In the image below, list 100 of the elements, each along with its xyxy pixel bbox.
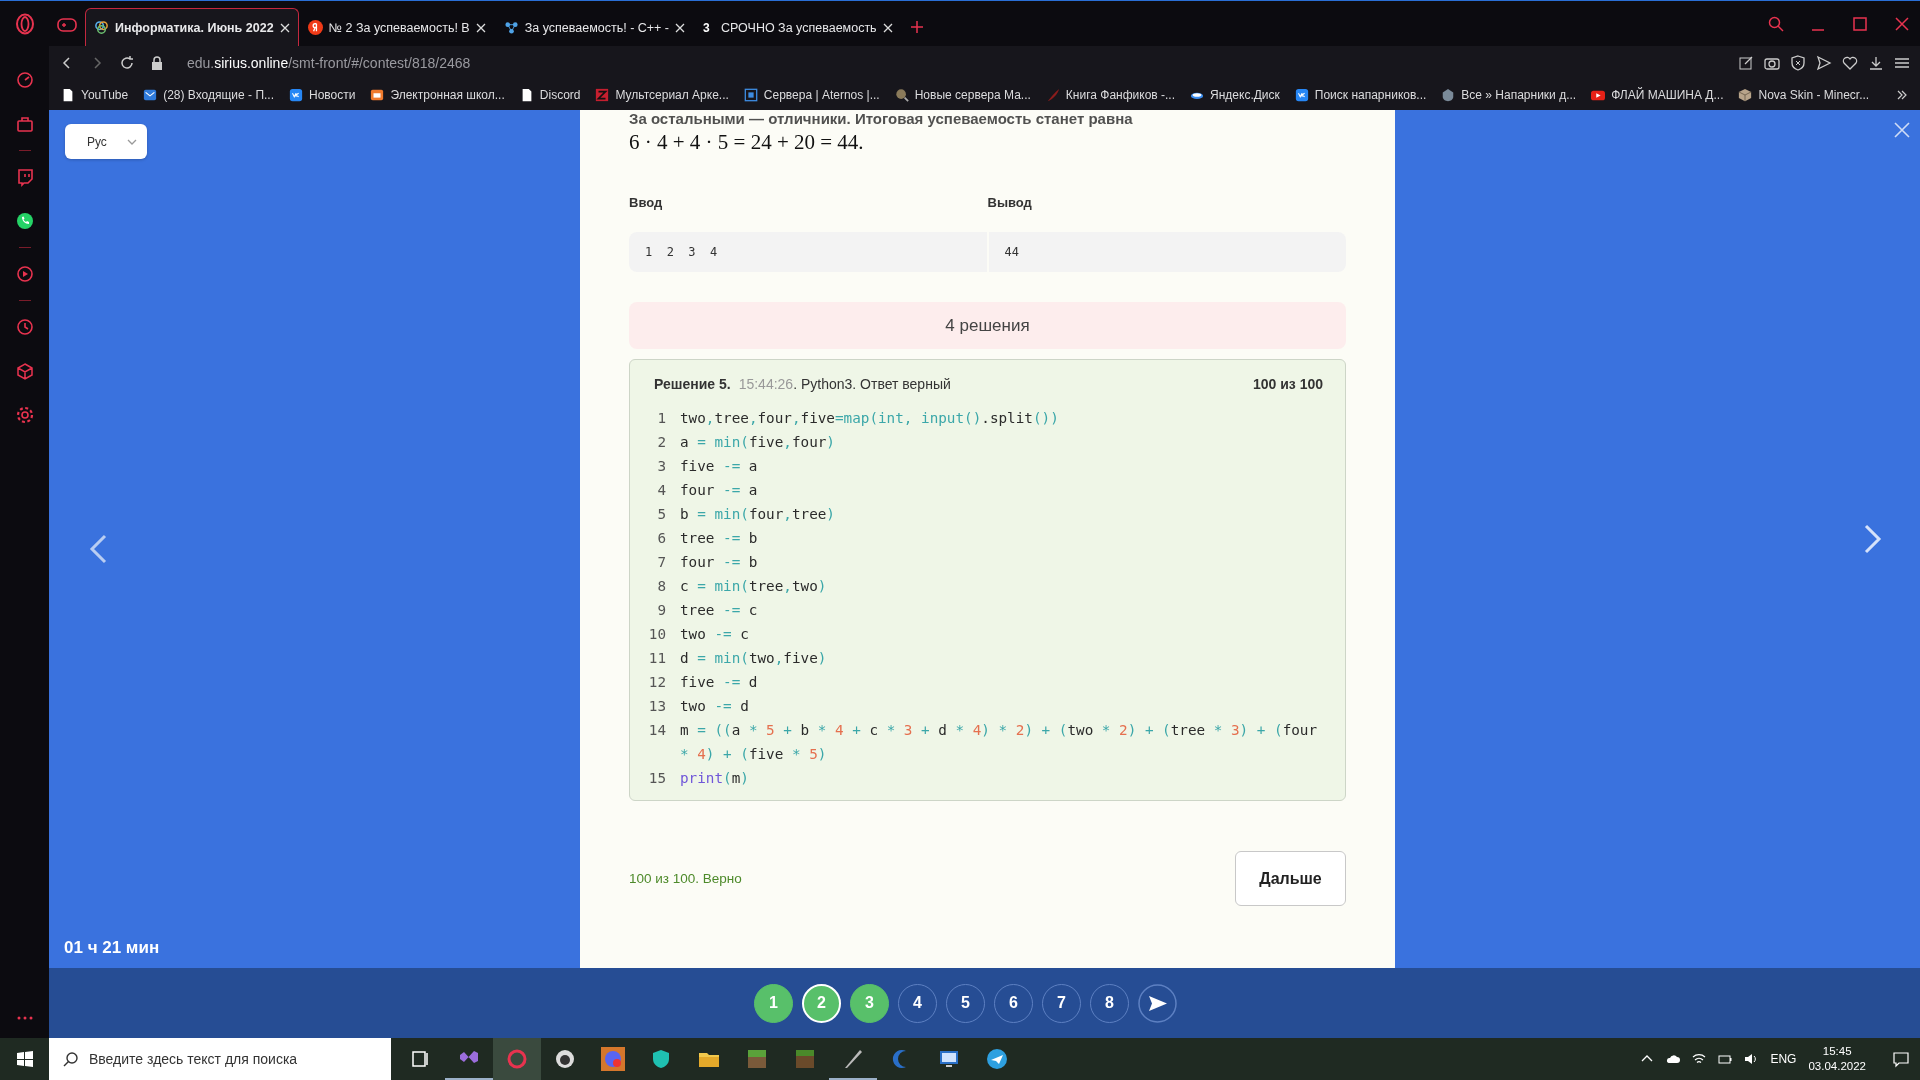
solutions-banner[interactable]: 4 решения [629,302,1346,349]
download-icon[interactable] [1868,55,1884,71]
code-line: m = ((a * 5 + b * 4 + c * 3 + d * 4) * 2) + (two * 2) + (tree * 3) + (four * 4) + (five * 5) [680,721,1319,764]
statement-text: За остальными — отличники. Итоговая успеваемость станет равна [629,110,1134,128]
plus-icon[interactable] [909,20,924,34]
notification-icon[interactable] [1892,1050,1910,1068]
bookmark-icon [1045,88,1060,102]
line-number: 2 [656,433,667,452]
bookmark-icon [143,88,158,102]
send-icon[interactable] [1816,55,1832,71]
bookmark[interactable]: Discord [519,88,581,102]
line-number: 4 [656,481,667,500]
bookmark-icon [894,88,909,102]
search-icon [63,1051,79,1067]
browser-tab[interactable]: № 2 За успеваемость! В [298,8,495,46]
bookmark-icon [61,88,75,102]
bookmark-icon [1738,88,1753,102]
code-line: five -= a [680,457,759,476]
browser-tab[interactable]: 3 СРОЧНО За успеваемость [694,8,902,46]
formula: 6 · 4 + 4 · 5 = 24 + 20 = 44. [629,130,865,155]
solution-verdict: . Python3. Ответ верный [793,376,951,392]
ring-logo-icon[interactable] [14,12,35,35]
line-number: 8 [656,577,667,596]
bookmark-icon [1591,88,1606,102]
line-number: 12 [647,673,667,692]
bookmark[interactable]: Поиск напарников... [1294,88,1427,102]
line-number: 13 [647,697,667,716]
cloud-icon[interactable] [1666,1052,1681,1066]
code-line: print(m) [680,769,750,788]
search-icon[interactable] [1768,15,1784,32]
clock-icon[interactable] [14,317,35,337]
grass-block-icon[interactable] [793,1047,817,1071]
code-line: four -= b [680,553,759,572]
speaker-icon[interactable] [1744,1052,1759,1066]
line-number: 1 [656,409,667,428]
more-icon[interactable] [16,1016,33,1020]
column-header: Вывод [987,195,1033,210]
line-number: 14 [647,721,667,740]
camera-icon[interactable] [1764,55,1780,71]
bookmark-icon [595,88,610,102]
line-number: 7 [656,553,667,572]
line-number: 15 [647,769,667,788]
result-text: 100 из 100. Верно [629,871,742,886]
settings-icon[interactable] [14,405,35,425]
code-line: tree -= b [680,529,759,548]
bookmark[interactable]: YouTube [61,88,129,102]
bag-icon[interactable] [14,114,35,134]
play-icon[interactable] [14,264,35,284]
solution-score: 100 из 100 [1252,376,1323,392]
bookmark[interactable]: Новости [289,88,356,102]
grass-block-icon[interactable] [745,1047,769,1071]
line-number: 10 [647,625,667,644]
shield-icon[interactable] [1790,55,1806,71]
bookmark[interactable]: Электронная школ... [370,88,505,102]
line-number: 9 [656,601,667,620]
example-output: 44 [988,232,1346,272]
bookmark-icon [1294,88,1309,102]
send-button[interactable] [1138,983,1177,1023]
input-language[interactable]: ENG [1770,1052,1797,1066]
clock-time[interactable]: 15:45 [1822,1044,1852,1059]
letter-circle-icon [307,20,323,35]
search-field[interactable]: Введите здесь текст для поиска [49,1038,391,1080]
next-button[interactable]: Дальше [1235,851,1346,906]
code-line: four -= a [680,481,759,500]
clock-date[interactable]: 03.04.2022 [1808,1059,1866,1074]
edit-icon[interactable] [1738,55,1754,71]
bookmark[interactable]: Яндекс.Диск [1190,88,1280,102]
bookmark[interactable]: (28) Входящие - П... [143,88,274,102]
solution-title: Решение 5. [654,376,731,392]
bookmark[interactable]: Сервера | Aternos |... [743,88,880,102]
battery-icon[interactable] [1718,1052,1733,1066]
tab-digit: 3 [703,20,711,35]
browser-tab[interactable]: Информатика. Июнь 2022 [85,8,299,46]
line-number: 11 [647,649,667,668]
bookmark-icon [289,88,303,102]
address-field[interactable]: edu.sirius.online/smt-front/#/contest/818/2468 [187,55,471,71]
menu-icon[interactable] [1894,55,1910,71]
bookmark[interactable]: Мультсериал Арке... [595,88,729,102]
bookmark[interactable]: Nova Skin - Minecr... [1738,88,1870,102]
heart-icon[interactable] [1842,55,1858,71]
code-line: five -= d [680,673,759,692]
lock-icon [149,55,165,71]
wifi-icon[interactable] [1692,1052,1707,1066]
bookmark[interactable]: Книга Фанфиков -... [1045,88,1176,102]
code-line: tree -= c [680,601,759,620]
bookmark[interactable]: Все » Напарники д... [1441,88,1577,102]
maximize-icon[interactable] [1852,15,1868,32]
browser-tab[interactable]: За успеваемость! - C++ - [494,8,695,46]
windows-icon[interactable] [16,1051,33,1067]
reload-icon[interactable] [119,55,135,71]
bookmark[interactable]: Новые сервера Ма... [894,88,1031,102]
bookmark-icon [1441,88,1456,102]
language-dropdown[interactable]: Рус [65,124,147,159]
speedometer-icon[interactable] [14,70,35,90]
chevron-icon[interactable] [1896,89,1908,101]
line-number: 3 [656,457,667,476]
cube-icon[interactable] [14,361,35,381]
line-number: 6 [656,529,667,548]
bookmark[interactable]: ФЛАЙ МАШИНА Д... [1591,88,1724,102]
phone-bubble-icon[interactable] [14,211,35,231]
